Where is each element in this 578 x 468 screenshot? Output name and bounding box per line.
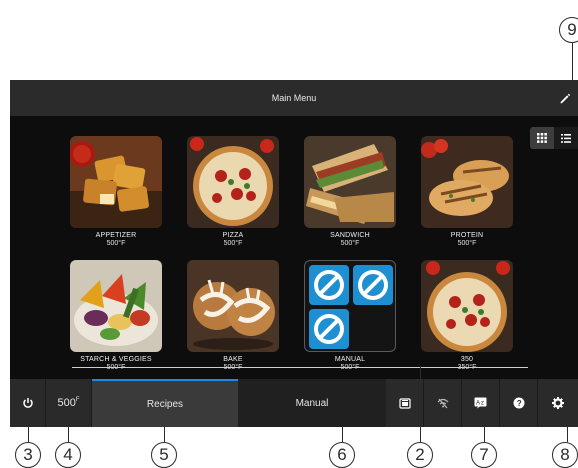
callout-4: 4 [55,442,81,468]
temperature-display[interactable]: 500 F [46,379,92,427]
help-button[interactable]: ? [500,379,538,427]
pencil-icon[interactable] [558,91,572,105]
svg-text:z: z [481,401,484,407]
tab-manual[interactable]: Manual [238,379,386,427]
recipe-tile-protein[interactable]: PROTEIN 500°F [407,136,527,247]
callout-7: 7 [471,442,497,468]
callout-3: 3 [15,442,41,468]
recipe-name: MANUAL [334,356,366,363]
callout-7-leader [484,426,486,442]
recipe-name: STARCH & VEGGIES [80,356,152,363]
pizza-photo [421,260,513,352]
callout-2: 2 [407,442,433,468]
callout-9: 9 [559,17,578,43]
recipe-temp: 500°F [223,240,243,247]
svg-text:A: A [476,401,480,407]
tab-recipes[interactable]: Recipes [92,379,238,427]
sandwich-photo [304,136,396,228]
wifi-button[interactable] [424,379,462,427]
recipe-tile-sandwich[interactable]: SANDWICH 500°F [290,136,410,247]
recipe-tile-350[interactable]: 350 350°F [407,260,527,371]
temperature-unit: F [75,397,80,403]
recipe-name: 350 [460,356,474,363]
recipe-tile-appetizer[interactable]: APPETIZER 500°F [56,136,176,247]
callout-5: 5 [151,442,177,468]
list-view-button[interactable] [554,127,578,149]
recipe-name: BAKE [223,356,243,363]
bake-photo [187,260,279,352]
temperature-value: 500 [57,397,76,409]
manual-figure: 9 Main Menu APPETIZER 500°F PIZZA 500°F … [0,0,578,468]
list-view-icon [561,133,571,143]
oven-screen: Main Menu APPETIZER 500°F PIZZA 500°F SA… [10,80,578,427]
recipe-name: PROTEIN [450,232,484,239]
language-button[interactable]: A z [462,379,500,427]
recipe-name: APPETIZER [95,232,137,239]
recipe-temp: 500°F [340,240,360,247]
wifi-off-icon [437,398,448,409]
bottom-bar: 500 F Recipes Manual A z ? [10,379,578,427]
tab-recipes-label: Recipes [146,398,184,410]
oven-door-icon [398,398,411,409]
callout-8: 8 [552,442,578,468]
tab-manual-label: Manual [295,397,329,409]
view-toggle [530,127,578,149]
recipe-tile-manual[interactable]: MANUAL 500°F [290,260,410,371]
callout-2-leader [420,366,422,442]
callout-5-leader [164,426,166,442]
settings-button[interactable] [538,379,578,427]
recipe-tile-bake[interactable]: BAKE 500°F [173,260,293,371]
language-icon: A z [474,397,487,409]
oven-door-button[interactable] [386,379,424,427]
appetizer-photo [70,136,162,228]
title-bar: Main Menu [10,80,578,116]
grid-view-icon [537,133,547,143]
help-icon: ? [513,397,524,409]
gear-icon [552,397,564,409]
page-title: Main Menu [271,93,317,103]
power-button[interactable] [10,379,46,427]
recipe-tile-starch-veggies[interactable]: STARCH & VEGGIES 500°F [56,260,176,371]
scroll-indicator[interactable] [72,367,528,368]
callout-4-leader [68,426,70,442]
recipe-temp: 500°F [106,240,126,247]
recipe-temp: 500°F [457,240,477,247]
power-icon [22,398,33,408]
grid-view-button[interactable] [530,127,554,149]
manual-blocked-icons [304,260,396,352]
svg-text:?: ? [516,399,521,408]
veggies-photo [70,260,162,352]
callout-6: 6 [329,442,355,468]
callout-3-leader [28,426,30,442]
callout-6-leader [342,426,344,442]
recipe-name: SANDWICH [330,232,370,239]
callout-8-leader [567,426,569,442]
pizza-photo [187,136,279,228]
protein-photo [421,136,513,228]
recipe-name: PIZZA [222,232,244,239]
recipe-tile-pizza[interactable]: PIZZA 500°F [173,136,293,247]
